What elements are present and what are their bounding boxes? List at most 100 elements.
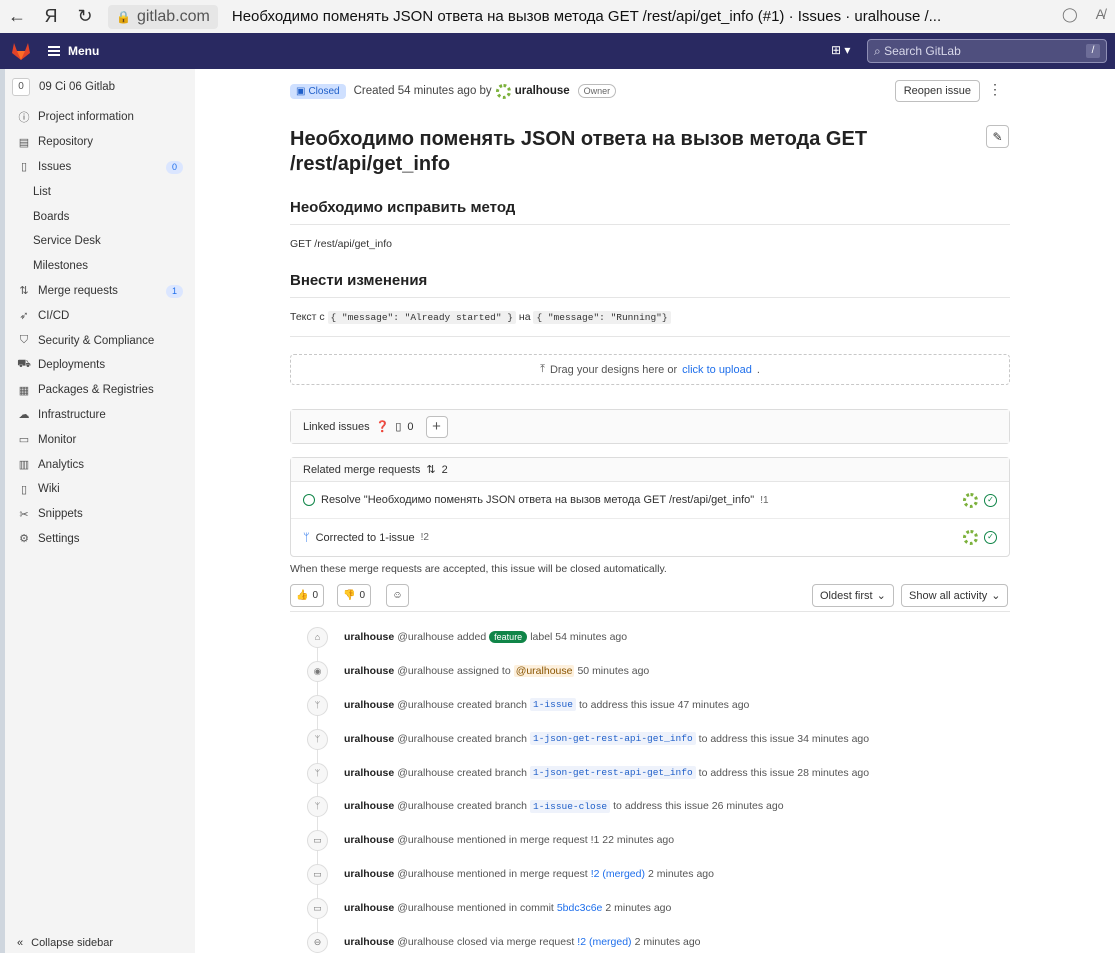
branch-name-link[interactable]: 1-issue-close xyxy=(530,799,611,813)
activity-user[interactable]: uralhouse xyxy=(344,665,394,677)
add-linked-issue-button[interactable]: + xyxy=(425,415,448,438)
thumbs-up-button[interactable]: 👍 0 xyxy=(290,584,325,607)
related-mrs-header: Related merge requests ⇅ 2 xyxy=(291,458,1009,482)
description-heading-1: Необходимо исправить метод xyxy=(290,199,1010,225)
timeline-item: ᛘ uralhouse @uralhouse created branch 1-issu… xyxy=(290,688,1010,722)
address-bar[interactable]: 🔒 gitlab.com xyxy=(108,4,218,29)
search-input[interactable]: ⌕ Search GitLab / xyxy=(867,39,1107,63)
sidebar-item-label: Project information xyxy=(38,111,134,124)
sidebar-item-security-compliance[interactable]: ⛉ Security & Compliance xyxy=(5,328,195,353)
sort-dropdown[interactable]: Oldest first ⌄ xyxy=(812,584,894,607)
gitlab-logo-icon[interactable] xyxy=(10,41,32,61)
avatar[interactable] xyxy=(963,530,978,545)
back-icon[interactable]: ← xyxy=(0,6,34,27)
hamburger-icon xyxy=(48,44,60,58)
activity-user[interactable]: uralhouse xyxy=(344,902,394,914)
branch-name-link[interactable]: 1-json-get-rest-api-get_info xyxy=(530,766,696,779)
branch-name-link[interactable]: 1-json-get-rest-api-get_info xyxy=(530,732,696,746)
collapse-sidebar-label: Collapse sidebar xyxy=(31,937,114,949)
linked-issues-card: Linked issues ❓ ▯ 0 + xyxy=(290,409,1010,444)
collapse-sidebar-button[interactable]: « Collapse sidebar xyxy=(17,937,113,949)
sidebar-item-settings[interactable]: ⚙ Settings xyxy=(5,527,195,552)
activity-user[interactable]: uralhouse xyxy=(344,699,394,711)
activity-user[interactable]: uralhouse xyxy=(344,834,394,846)
yandex-icon[interactable]: Я xyxy=(34,6,68,27)
activity-filter-dropdown[interactable]: Show all activity ⌄ xyxy=(901,584,1009,607)
comment-icon: ▭ xyxy=(307,830,328,852)
sidebar-project-header[interactable]: 0 09 Ci 06 Gitlab xyxy=(5,69,195,105)
reference-link[interactable]: !2 (merged) xyxy=(591,868,645,880)
activity-user[interactable]: uralhouse xyxy=(344,936,394,948)
timeline-item: ◉ uralhouse @uralhouse assigned to @uralhous… xyxy=(290,654,1010,688)
smiley-icon: ☺ xyxy=(392,590,403,601)
avatar[interactable] xyxy=(963,493,978,508)
reopen-issue-button[interactable]: Reopen issue xyxy=(894,80,980,102)
page-tab-title: Необходимо поменять JSON ответа на вызов… xyxy=(231,8,942,25)
sidebar-item-issues[interactable]: ▯ Issues 0 xyxy=(5,155,195,180)
merge-request-row[interactable]: Resolve "Необходимо поменять JSON ответа… xyxy=(291,482,1009,519)
filter-label: Show all activity xyxy=(909,589,988,602)
sidebar-item-deployments[interactable]: ⛟ Deployments xyxy=(5,353,195,378)
thumbs-down-button[interactable]: 👎 0 xyxy=(337,584,372,607)
linked-issues-count: 0 xyxy=(407,420,414,433)
sidebar-item-analytics[interactable]: ▥ Analytics xyxy=(5,452,195,477)
reference-link[interactable]: 5bdc3c6e xyxy=(557,902,603,914)
activity-user[interactable]: uralhouse xyxy=(344,868,394,880)
sidebar-item-monitor[interactable]: ▭ Monitor xyxy=(5,427,195,452)
reference-link[interactable]: !2 (merged) xyxy=(577,936,631,948)
more-actions-icon[interactable]: ⋮ xyxy=(988,82,1002,96)
chevron-down-icon: ⌄ xyxy=(991,590,1001,602)
activity-text: added xyxy=(456,630,487,643)
activity-text: mentioned in merge request !1 22 minutes… xyxy=(456,834,675,847)
new-item-dropdown[interactable]: ⊞ ▾ xyxy=(831,43,850,57)
timeline-item: ᛘ uralhouse @uralhouse created branch 1-json… xyxy=(290,756,1010,790)
sidebar-item-count: 0 xyxy=(166,160,183,174)
activity-user[interactable]: uralhouse xyxy=(344,631,394,643)
sidebar-item-ci-cd[interactable]: ➶ CI/CD xyxy=(5,303,195,328)
sidebar-item-packages-registries[interactable]: ▦ Packages & Registries xyxy=(5,378,195,403)
sidebar-item-merge-requests[interactable]: ⇅ Merge requests 1 xyxy=(5,279,195,304)
translate-icon[interactable]: A̸ xyxy=(1096,6,1105,23)
merge-request-title[interactable]: Resolve "Необходимо поменять JSON ответа… xyxy=(321,494,754,506)
pipeline-passed-icon[interactable]: ✓ xyxy=(984,494,997,507)
design-upload-dropzone[interactable]: ⤒ Drag your designs here or click to upl… xyxy=(290,354,1010,385)
help-icon[interactable]: ❓ xyxy=(376,420,390,433)
sidebar-item-repository[interactable]: ▤ Repository xyxy=(5,130,195,155)
branch-name-link[interactable]: 1-issue xyxy=(530,698,576,712)
sidebar-item-service-desk[interactable]: Service Desk xyxy=(5,229,195,254)
chat-icon[interactable]: ◯ xyxy=(1062,6,1078,23)
label-badge[interactable]: feature xyxy=(489,630,528,643)
upload-icon: ⤒ xyxy=(540,363,545,375)
add-reaction-button[interactable]: ☺ xyxy=(386,584,409,607)
merge-request-row[interactable]: ᛘ Corrected to 1-issue !2 ✓ xyxy=(291,519,1009,556)
main-menu-button[interactable]: Menu xyxy=(48,44,99,58)
mr-merged-icon: ᛘ xyxy=(303,531,310,544)
activity-user[interactable]: uralhouse xyxy=(344,733,394,745)
activity-user[interactable]: uralhouse xyxy=(344,800,394,812)
book-icon: ▯ xyxy=(20,483,28,496)
sidebar-item-snippets[interactable]: ✂ Snippets xyxy=(5,502,195,527)
reload-icon[interactable]: ↻ xyxy=(68,6,102,27)
pipeline-passed-icon[interactable]: ✓ xyxy=(984,531,997,544)
sidebar-item-infrastructure[interactable]: ☁ Infrastructure xyxy=(5,403,195,428)
sidebar-item-label: List xyxy=(33,185,51,198)
user-mention-link[interactable]: @uralhouse xyxy=(513,664,575,677)
issues-icon: ▯ xyxy=(20,161,28,174)
edit-title-button[interactable]: ✎ xyxy=(986,125,1009,148)
sidebar-item-wiki[interactable]: ▯ Wiki xyxy=(5,477,195,502)
sidebar-item-list[interactable]: List xyxy=(5,179,195,204)
description-paragraph-2: Текст с { "message": "Already started" }… xyxy=(290,311,1010,324)
avatar[interactable] xyxy=(495,83,511,99)
sidebar-item-label: Wiki xyxy=(38,483,60,496)
click-to-upload-link[interactable]: click to upload xyxy=(682,364,752,376)
merge-request-title[interactable]: Corrected to 1-issue xyxy=(316,532,415,544)
related-merge-requests-card: Related merge requests ⇅ 2 Resolve "Необ… xyxy=(290,457,1010,557)
sidebar-item-milestones[interactable]: Milestones xyxy=(5,254,195,279)
sidebar-item-boards[interactable]: Boards xyxy=(5,204,195,229)
activity-user[interactable]: uralhouse xyxy=(344,767,394,779)
sidebar-item-label: Security & Compliance xyxy=(38,334,155,347)
timeline-item: ▭ uralhouse @uralhouse mentioned in merge r… xyxy=(290,857,1010,891)
sidebar-item-label: Merge requests xyxy=(38,284,118,297)
author-link[interactable]: uralhouse xyxy=(515,85,570,97)
sidebar-item-project-information[interactable]: ⓘ Project information xyxy=(5,105,195,130)
